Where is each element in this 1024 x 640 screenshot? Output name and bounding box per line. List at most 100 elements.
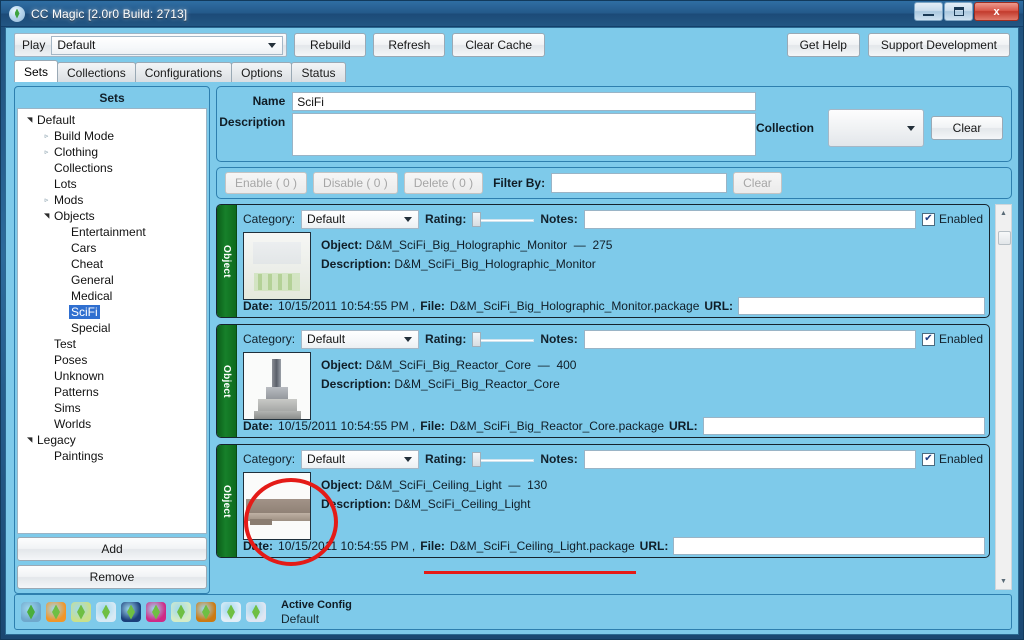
url-input[interactable]: [673, 536, 985, 555]
get-help-button[interactable]: Get Help: [786, 33, 860, 57]
object-list-scrollbar[interactable]: ▲ ▼: [995, 204, 1012, 590]
expander-closed-icon[interactable]: ▹: [41, 196, 52, 204]
expander-open-icon[interactable]: ◢: [26, 115, 34, 126]
tree-item-build-mode[interactable]: ▹ Build Mode: [18, 128, 206, 144]
rating-slider[interactable]: [472, 330, 535, 348]
minimize-button[interactable]: [914, 2, 943, 21]
plumbob-icon-pets[interactable]: [246, 602, 266, 622]
notes-input[interactable]: [583, 209, 916, 229]
scroll-down-icon[interactable]: ▼: [996, 573, 1011, 589]
plumbob-icon-town-life[interactable]: [221, 602, 241, 622]
description-label: Description: [219, 115, 286, 129]
refresh-button[interactable]: Refresh: [373, 33, 446, 57]
disable-button[interactable]: Disable ( 0 ): [313, 172, 398, 194]
holographic-monitor-thumbnail: [243, 232, 311, 300]
tree-item-patterns[interactable]: Patterns: [18, 384, 206, 400]
clear-cache-button[interactable]: Clear Cache: [452, 33, 546, 57]
tab-options[interactable]: Options: [231, 62, 293, 82]
tree-item-lots[interactable]: Lots: [18, 176, 206, 192]
close-button[interactable]: x: [974, 2, 1019, 21]
tree-item-label: Sims: [54, 401, 81, 415]
delete-button[interactable]: Delete ( 0 ): [403, 172, 484, 194]
sets-tree[interactable]: ◢ Default ▹ Build Mode ▹ Clothing Collections L…: [17, 108, 207, 534]
expander-open-icon[interactable]: ◢: [43, 211, 51, 222]
category-dropdown[interactable]: Default: [301, 329, 420, 349]
tree-item-mods[interactable]: ▹ Mods: [18, 192, 206, 208]
rebuild-button[interactable]: Rebuild: [294, 33, 367, 57]
tree-item-poses[interactable]: Poses: [18, 352, 206, 368]
tree-item-medical[interactable]: Medical: [18, 288, 206, 304]
tree-item-cars[interactable]: Cars: [18, 240, 206, 256]
clear-collection-button[interactable]: Clear: [931, 116, 1003, 140]
scroll-up-icon[interactable]: ▲: [996, 205, 1011, 221]
tree-item-test[interactable]: Test: [18, 336, 206, 352]
expander-open-icon[interactable]: ◢: [26, 435, 34, 446]
category-dropdown[interactable]: Default: [301, 209, 420, 229]
tree-item-sims[interactable]: Sims: [18, 400, 206, 416]
plumbob-icon-generations[interactable]: [196, 602, 216, 622]
tree-item-collections[interactable]: Collections: [18, 160, 206, 176]
tree-item-objects[interactable]: ◢ Objects: [18, 208, 206, 224]
enabled-checkbox[interactable]: ✔: [921, 332, 935, 346]
enabled-checkbox[interactable]: ✔: [921, 452, 935, 466]
tree-item-clothing[interactable]: ▹ Clothing: [18, 144, 206, 160]
object-card[interactable]: Object Category: Default Rating: Notes: ✔ Enab…: [216, 444, 990, 558]
url-input[interactable]: [738, 296, 985, 315]
enable-button[interactable]: Enable ( 0 ): [225, 172, 308, 194]
plumbob-icon-hi-end-loft[interactable]: [71, 602, 91, 622]
name-input[interactable]: SciFi: [292, 92, 756, 111]
tree-item-default[interactable]: ◢ Default: [18, 112, 206, 128]
play-profile-dropdown[interactable]: Default: [51, 35, 284, 55]
expander-closed-icon[interactable]: ▹: [41, 148, 52, 156]
plumbob-icon-fast-lane[interactable]: [121, 602, 141, 622]
expander-closed-icon[interactable]: ▹: [41, 132, 52, 140]
tree-item-unknown[interactable]: Unknown: [18, 368, 206, 384]
scrollbar-thumb[interactable]: [998, 231, 1011, 245]
tab-status[interactable]: Status: [291, 62, 346, 82]
tree-item-paintings[interactable]: Paintings: [18, 448, 206, 464]
tree-item-general[interactable]: General: [18, 272, 206, 288]
tree-item-worlds[interactable]: Worlds: [18, 416, 206, 432]
collection-dropdown[interactable]: [828, 109, 924, 147]
plumbob-icon-ambitions[interactable]: [96, 602, 116, 622]
plumbob-icon-outdoor[interactable]: [171, 602, 191, 622]
enabled-checkbox-group[interactable]: ✔ Enabled: [921, 332, 985, 346]
tab-sets[interactable]: Sets: [14, 60, 59, 82]
object-card[interactable]: Object Category: Default Rating: Notes: ✔ Enab…: [216, 204, 990, 318]
notes-input[interactable]: [583, 449, 916, 469]
rating-slider-thumb[interactable]: [472, 212, 482, 227]
enabled-checkbox-group[interactable]: ✔ Enabled: [921, 452, 985, 466]
tree-item-label: Build Mode: [54, 129, 115, 143]
tree-item-special[interactable]: Special: [18, 320, 206, 336]
rating-slider[interactable]: [472, 210, 535, 228]
tab-collections[interactable]: Collections: [57, 62, 136, 82]
object-type-tab: Object: [217, 205, 237, 317]
description-input[interactable]: [292, 113, 756, 156]
rating-slider-thumb[interactable]: [472, 452, 482, 467]
tree-item-cheat[interactable]: Cheat: [18, 256, 206, 272]
tree-item-legacy[interactable]: ◢ Legacy: [18, 432, 206, 448]
tab-configurations[interactable]: Configurations: [134, 62, 233, 82]
maximize-button[interactable]: [944, 2, 973, 21]
object-card[interactable]: Object Category: Default Rating: Notes: ✔ Enab…: [216, 324, 990, 438]
category-dropdown[interactable]: Default: [301, 449, 420, 469]
object-card-header: Category: Default Rating: Notes: ✔ Enabled: [243, 449, 985, 469]
remove-button[interactable]: Remove: [17, 565, 207, 589]
add-button[interactable]: Add: [17, 537, 207, 561]
tree-item-label: Test: [54, 337, 77, 351]
plumbob-icon-world-adv[interactable]: [46, 602, 66, 622]
filter-input[interactable]: [551, 173, 728, 193]
rating-slider[interactable]: [472, 450, 535, 468]
clear-filter-button[interactable]: Clear: [733, 172, 782, 194]
tree-item-entertainment[interactable]: Entertainment: [18, 224, 206, 240]
object-card-footer: Date: 10/15/2011 10:54:55 PM , File: D&M_Sc…: [243, 296, 985, 317]
enabled-checkbox[interactable]: ✔: [921, 212, 935, 226]
rating-slider-thumb[interactable]: [472, 332, 482, 347]
enabled-checkbox-group[interactable]: ✔ Enabled: [921, 212, 985, 226]
plumbob-icon-base-game[interactable]: [21, 602, 41, 622]
url-input[interactable]: [702, 416, 985, 435]
notes-input[interactable]: [583, 329, 916, 349]
plumbob-icon-late-night[interactable]: [146, 602, 166, 622]
tree-item-scifi[interactable]: SciFi: [18, 304, 206, 320]
support-development-button[interactable]: Support Development: [867, 33, 1010, 57]
